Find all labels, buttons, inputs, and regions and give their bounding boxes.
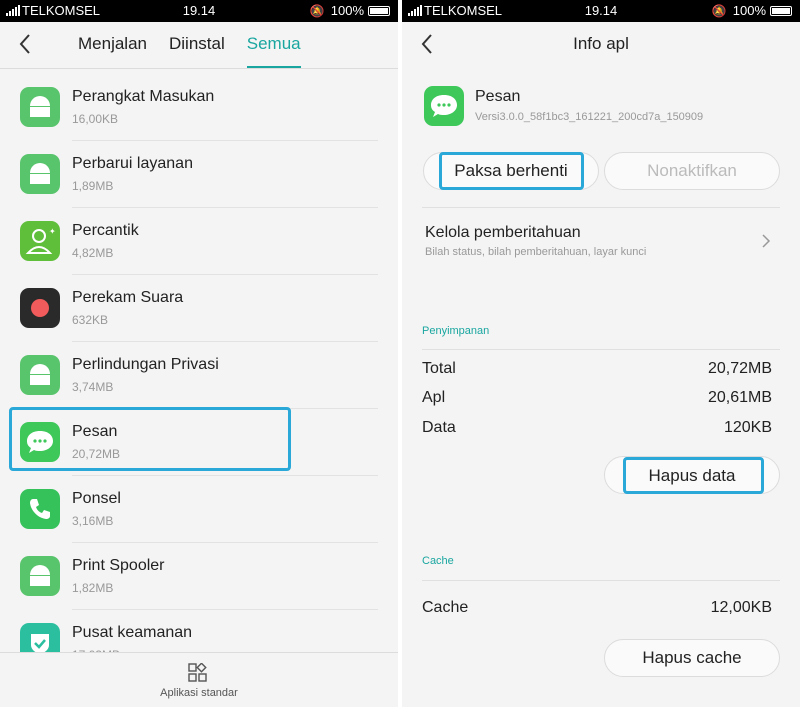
divider	[422, 207, 780, 208]
list-item[interactable]: ✦ Percantik 4,82MB	[0, 208, 398, 275]
storage-label: Apl	[422, 389, 446, 406]
app-name: Perangkat Masukan	[72, 88, 215, 105]
app-size: 1,89MB	[72, 179, 114, 193]
chat-icon	[424, 86, 464, 126]
app-size: 3,16MB	[72, 514, 114, 528]
cache-value: 12,00KB	[710, 599, 772, 616]
android-icon	[20, 355, 60, 395]
app-name: Perlindungan Privasi	[72, 356, 219, 373]
list-item[interactable]: Perangkat Masukan 16,00KB	[0, 74, 398, 141]
storage-label: Total	[422, 360, 456, 377]
app-name: Ponsel	[72, 490, 121, 507]
battery-icon	[770, 6, 792, 16]
chevron-right-icon	[762, 234, 771, 248]
default-apps-icon	[188, 663, 207, 682]
mute-icon: 🔕	[309, 4, 325, 18]
list-item[interactable]: Print Spooler 1,82MB	[0, 543, 398, 610]
android-icon	[20, 87, 60, 127]
header: Info apl	[402, 22, 800, 68]
app-size: 3,74MB	[72, 380, 114, 394]
record-icon	[20, 288, 60, 328]
cache-row: Cache 12,00KB	[422, 599, 772, 617]
cache-label: Cache	[422, 599, 469, 616]
app-size: 1,82MB	[72, 581, 114, 595]
battery-level: 100%	[330, 3, 364, 18]
app-name: Print Spooler	[72, 557, 165, 574]
tab-installed[interactable]: Diinstal	[169, 22, 225, 68]
app-name: Pusat keamanan	[72, 624, 193, 641]
battery-icon	[368, 6, 390, 16]
app-name: Percantik	[72, 222, 139, 239]
app-header: Pesan Versi3.0.0_58f1bc3_161221_200cd7a_…	[402, 86, 800, 134]
back-icon[interactable]	[14, 32, 38, 56]
app-size: 16,00KB	[72, 112, 119, 126]
app-name: Perbarui layanan	[72, 155, 193, 172]
force-stop-label: Paksa berhenti	[454, 161, 568, 180]
list-item[interactable]: Perbarui layanan 1,89MB	[0, 141, 398, 208]
app-list-screen: TELKOMSEL 19.14 🔕 100% Menjalan Diinstal …	[0, 0, 398, 707]
list-item[interactable]: Perekam Suara 632KB	[0, 275, 398, 342]
default-apps-label: Aplikasi standar	[160, 687, 238, 699]
app-size: 4,82MB	[72, 246, 114, 260]
notif-subtitle: Bilah status, bilah pemberitahuan, layar…	[425, 246, 647, 258]
divider	[0, 68, 398, 69]
app-name: Perekam Suara	[72, 289, 184, 306]
storage-row: Apl 20,61MB	[422, 389, 772, 407]
divider	[422, 580, 780, 581]
battery-status: 🔕 100%	[712, 3, 792, 18]
app-info-screen: TELKOMSEL 19.14 🔕 100% Info apl Pesan Ver…	[402, 0, 800, 707]
battery-status: 🔕 100%	[310, 3, 390, 18]
divider	[422, 349, 780, 350]
storage-header: Penyimpanan	[422, 325, 490, 337]
list-item[interactable]: Perlindungan Privasi 3,74MB	[0, 342, 398, 409]
disable-button: Nonaktifkan	[604, 152, 780, 190]
tab-running[interactable]: Menjalan	[78, 22, 147, 68]
tab-bar: Menjalan Diinstal Semua	[0, 22, 398, 68]
storage-value: 120KB	[723, 419, 772, 436]
battery-level: 100%	[732, 3, 766, 18]
app-size: 632KB	[72, 313, 109, 327]
mute-icon: 🔕	[711, 4, 727, 18]
app-list: Perangkat Masukan 16,00KB Perbarui layan…	[0, 74, 398, 677]
app-name: Pesan	[475, 88, 521, 105]
selection-highlight	[9, 407, 291, 471]
phone-icon	[20, 489, 60, 529]
tab-all[interactable]: Semua	[246, 22, 301, 68]
cache-header: Cache	[422, 555, 454, 567]
storage-value: 20,61MB	[707, 389, 772, 406]
storage-row: Data 120KB	[422, 419, 772, 437]
bottom-bar[interactable]: Aplikasi standar	[0, 652, 398, 707]
storage-row: Total 20,72MB	[422, 360, 772, 378]
status-bar: TELKOMSEL 19.14 🔕 100%	[0, 0, 398, 22]
storage-label: Data	[422, 419, 456, 436]
storage-value: 20,72MB	[707, 360, 772, 377]
android-icon	[20, 556, 60, 596]
clear-data-label: Hapus data	[648, 466, 736, 485]
status-bar: TELKOMSEL 19.14 🔕 100%	[402, 0, 800, 22]
page-title: Info apl	[573, 34, 629, 53]
app-version: Versi3.0.0_58f1bc3_161221_200cd7a_150909	[475, 111, 704, 123]
person-icon: ✦	[20, 221, 60, 261]
list-item[interactable]: Ponsel 3,16MB	[0, 476, 398, 543]
clear-cache-button[interactable]: Hapus cache	[604, 639, 780, 677]
android-icon	[20, 154, 60, 194]
notif-title: Kelola pemberitahuan	[425, 224, 581, 241]
svg-text:✦: ✦	[49, 227, 56, 236]
